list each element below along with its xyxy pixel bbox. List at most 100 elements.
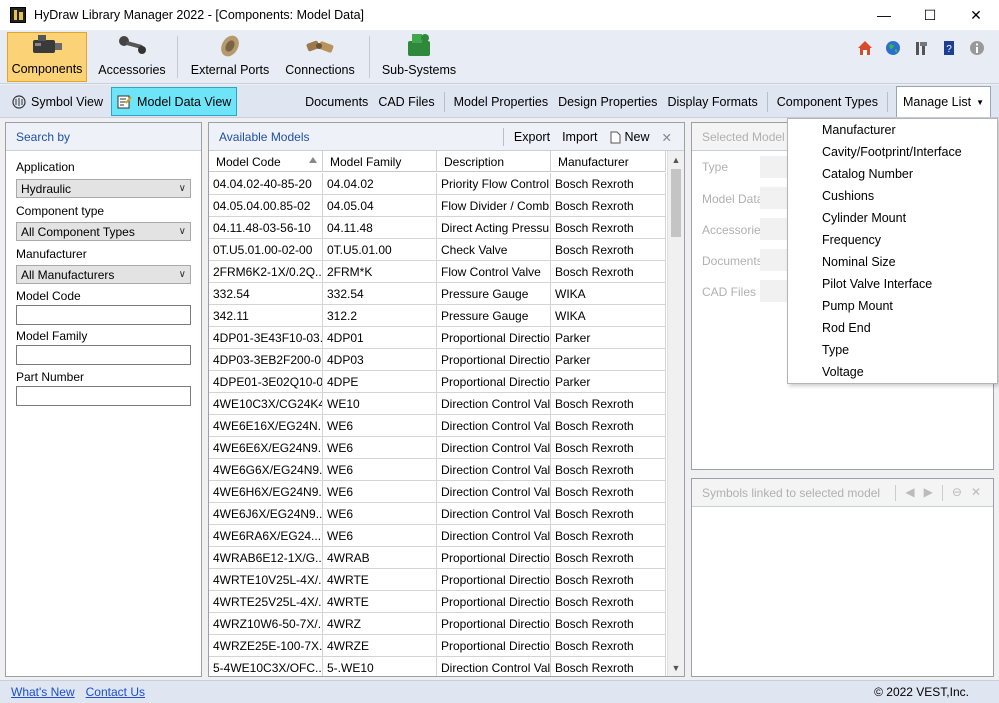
globe-icon[interactable] <box>883 38 903 58</box>
info-icon[interactable] <box>967 38 987 58</box>
menu-item-voltage[interactable]: Voltage <box>822 365 864 379</box>
table-row[interactable]: 4DP01-3E43F10-03... 4DP01 Proportional Dir… <box>209 327 666 349</box>
menu-item-pump-mount[interactable]: Pump Mount <box>822 299 893 313</box>
column-header-model-family[interactable]: Model Family <box>323 151 437 172</box>
home-icon[interactable] <box>855 38 875 58</box>
column-header-label: Model Code <box>216 154 281 169</box>
table-row[interactable]: 04.11.48-03-56-10 04.11.48 Direct Acting P… <box>209 217 666 239</box>
table-row[interactable]: 4WRTE10V25L-4X/... 4WRTE Proportional Dire… <box>209 569 666 591</box>
close-window-button[interactable]: ✕ <box>953 0 999 30</box>
close-icon[interactable]: ✕ <box>658 130 676 145</box>
table-row[interactable]: 04.04.02-40-85-20 04.04.02 Priority Flow C… <box>209 173 666 195</box>
cad-files-link[interactable]: CAD Files <box>373 95 439 109</box>
table-row[interactable]: 4DPE01-3E02Q10-0... 4DPE Proportional Dire… <box>209 371 666 393</box>
table-row[interactable]: 4WE6G6X/EG24N9... WE6 Direction Control Va… <box>209 459 666 481</box>
symbol-view-button[interactable]: Symbol View <box>6 87 108 116</box>
table-row[interactable]: 4WE6E6X/EG24N9... WE6 Direction Control Va… <box>209 437 666 459</box>
cell-description: Pressure Gauge <box>437 283 551 304</box>
field-background <box>760 218 790 240</box>
connections-button[interactable]: Connections <box>282 32 358 82</box>
cell-model-code: 332.54 <box>209 283 323 304</box>
display-formats-link[interactable]: Display Formats <box>662 95 762 109</box>
cad-files-tab[interactable]: CAD Files <box>702 285 756 299</box>
tools-icon[interactable] <box>911 38 931 58</box>
manufacturer-select[interactable]: All Manufacturers ∨ <box>16 265 191 284</box>
model-data-tab[interactable]: Model Data <box>702 192 763 206</box>
table-row[interactable]: 04.05.04.00.85-02 04.05.04 Flow Divider / … <box>209 195 666 217</box>
column-header-description[interactable]: Description <box>437 151 551 172</box>
arrow-left-icon[interactable]: ◀ <box>905 485 914 501</box>
accessories-button[interactable]: Accessories <box>97 32 167 82</box>
menu-item-frequency[interactable]: Frequency <box>822 233 881 247</box>
scroll-down-icon[interactable]: ▼ <box>668 659 684 676</box>
table-row[interactable]: 4WRTE25V25L-4X/... 4WRTE Proportional Dire… <box>209 591 666 613</box>
cell-manufacturer: Bosch Rexroth <box>551 459 666 480</box>
sub-systems-icon <box>402 31 436 59</box>
table-row[interactable]: 2FRM6K2-1X/0.2Q... 2FRM*K Flow Control Val… <box>209 261 666 283</box>
table-row[interactable]: 332.54 332.54 Pressure Gauge WIKA <box>209 283 666 305</box>
table-row[interactable]: 4WRZ10W6-50-7X/... 4WRZ Proportional Direc… <box>209 613 666 635</box>
model-family-input[interactable] <box>16 345 191 365</box>
part-number-input[interactable] <box>16 386 191 406</box>
cell-description: Check Valve <box>437 239 551 260</box>
minimize-button[interactable]: — <box>861 0 907 30</box>
table-row[interactable]: 4WE6J6X/EG24N9... WE6 Direction Control Va… <box>209 503 666 525</box>
table-scrollbar[interactable]: ▲ ▼ <box>667 151 684 676</box>
component-type-label: Component type <box>16 204 105 218</box>
whats-new-link[interactable]: What's New <box>11 685 75 699</box>
model-properties-link[interactable]: Model Properties <box>449 95 554 109</box>
new-button[interactable]: New <box>606 130 654 144</box>
table-row[interactable]: 4WE6H6X/EG24N9... WE6 Direction Control Va… <box>209 481 666 503</box>
menu-item-cylinder-mount[interactable]: Cylinder Mount <box>822 211 906 225</box>
menu-item-catalog-number[interactable]: Catalog Number <box>822 167 913 181</box>
contact-us-link[interactable]: Contact Us <box>86 685 145 699</box>
import-button[interactable]: Import <box>558 130 601 144</box>
cell-model-code: 4WE6H6X/EG24N9... <box>209 481 323 502</box>
documents-tab[interactable]: Documents <box>702 254 763 268</box>
export-button[interactable]: Export <box>510 130 554 144</box>
menu-item-cushions[interactable]: Cushions <box>822 189 874 203</box>
manage-list-button[interactable]: Manage List ▼ <box>895 86 991 117</box>
menu-item-cavity-footprint-interface[interactable]: Cavity/Footprint/Interface <box>822 145 962 159</box>
menu-item-nominal-size[interactable]: Nominal Size <box>822 255 896 269</box>
cell-model-family: 4WRZ <box>323 613 437 634</box>
external-ports-button[interactable]: External Ports <box>190 32 270 82</box>
table-row[interactable]: 342.11 312.2 Pressure Gauge WIKA <box>209 305 666 327</box>
menu-item-type[interactable]: Type <box>822 343 849 357</box>
model-data-view-button[interactable]: Model Data View <box>111 87 238 116</box>
table-row[interactable]: 4WE10C3X/CG24K4 WE10 Direction Control Val… <box>209 393 666 415</box>
component-types-link[interactable]: Component Types <box>772 95 883 109</box>
toolbar-separator <box>895 484 897 501</box>
design-properties-link[interactable]: Design Properties <box>553 95 662 109</box>
type-tab[interactable]: Type <box>702 160 728 174</box>
column-header-model-code[interactable]: Model Code <box>209 151 323 172</box>
maximize-button[interactable]: ☐ <box>907 0 953 30</box>
link-icon[interactable]: ⊖ <box>952 485 962 501</box>
documents-link[interactable]: Documents <box>300 95 373 109</box>
sub-systems-button[interactable]: Sub-Systems <box>380 32 458 82</box>
help-book-icon[interactable]: ? <box>939 38 959 58</box>
component-type-select[interactable]: All Component Types ∨ <box>16 222 191 241</box>
components-button[interactable]: Components <box>7 32 87 82</box>
table-row[interactable]: 4WRZE25E-100-7X... 4WRZE Proportional Dire… <box>209 635 666 657</box>
table-row[interactable]: 4WE6RA6X/EG24... WE6 Direction Control Val… <box>209 525 666 547</box>
cell-description: Proportional Directio... <box>437 613 551 634</box>
menu-item-manufacturer[interactable]: Manufacturer <box>822 123 896 137</box>
arrow-right-icon[interactable]: ▶ <box>924 485 933 501</box>
table-row[interactable]: 5-4WE10C3X/OFC... 5-.WE10 Direction Contro… <box>209 657 666 676</box>
scroll-up-icon[interactable]: ▲ <box>668 151 684 168</box>
table-row[interactable]: 4DP03-3EB2F200-0... 4DP03 Proportional Dir… <box>209 349 666 371</box>
model-code-input[interactable] <box>16 305 191 325</box>
accessories-tab[interactable]: Accessories <box>702 223 767 237</box>
table-row[interactable]: 4WRAB6E12-1X/G... 4WRAB Proportional Direc… <box>209 547 666 569</box>
table-row[interactable]: 4WE6E16X/EG24N... WE6 Direction Control Va… <box>209 415 666 437</box>
column-header-manufacturer[interactable]: Manufacturer <box>551 151 666 172</box>
cell-manufacturer: Bosch Rexroth <box>551 547 666 568</box>
menu-item-rod-end[interactable]: Rod End <box>822 321 871 335</box>
menu-item-pilot-valve-interface[interactable]: Pilot Valve Interface <box>822 277 932 291</box>
application-select[interactable]: Hydraulic ∨ <box>16 179 191 198</box>
table-row[interactable]: 0T.U5.01.00-02-00 0T.U5.01.00 Check Valve B… <box>209 239 666 261</box>
field-background <box>760 156 790 178</box>
scroll-thumb[interactable] <box>671 169 681 237</box>
close-icon[interactable]: ✕ <box>971 485 981 501</box>
